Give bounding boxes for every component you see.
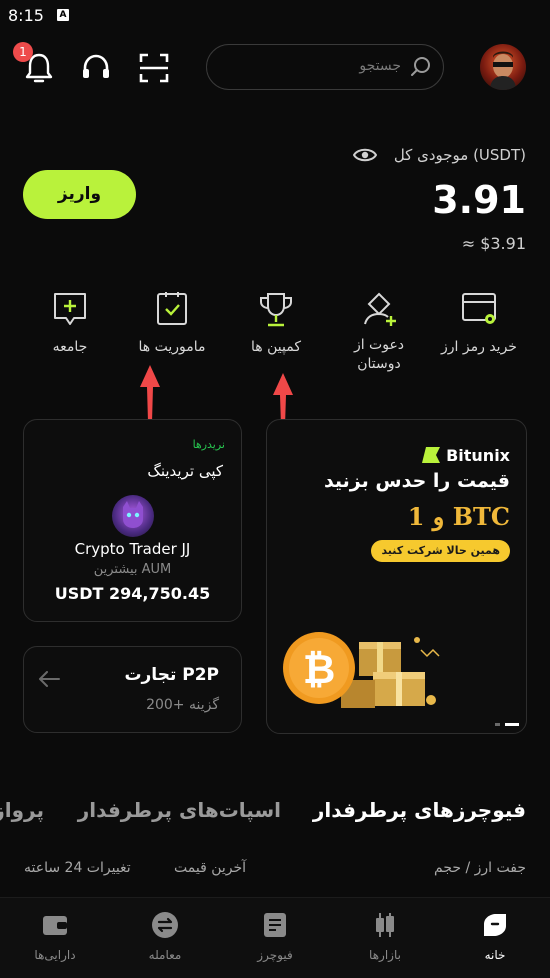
column-pair-volume[interactable]: جفت ارز / حجم bbox=[434, 860, 526, 876]
trader-aum-value: USDT 294,750.45 bbox=[54, 584, 211, 603]
copy-trading-card[interactable]: نریدرها کپی تریدینگ Crypto Trader JJ بیش… bbox=[23, 419, 242, 622]
nav-label: فیوچرز bbox=[257, 948, 293, 962]
bitcoin-gifts-illustration: ₿ bbox=[281, 620, 451, 724]
banner-headline: قیمت را حدس بزنید bbox=[323, 470, 510, 492]
search-placeholder: جستجو bbox=[359, 58, 401, 74]
status-time: 8:15 bbox=[8, 6, 44, 25]
avatar[interactable] bbox=[480, 44, 526, 90]
bottom-nav: خانه بازارها فیوچرز معامله دارایی‌ها bbox=[0, 897, 550, 978]
search-icon bbox=[409, 55, 433, 83]
nav-label: بازارها bbox=[369, 948, 401, 962]
trader-avatar bbox=[112, 495, 154, 537]
banner-brand: Bitunix bbox=[446, 446, 510, 465]
promo-banner[interactable]: Bitunix قیمت را حدس بزنید و 1 BTC همین ح… bbox=[266, 419, 527, 734]
nav-markets[interactable]: بازارها bbox=[345, 910, 425, 962]
quick-action-label: ماموریت ها bbox=[138, 339, 206, 355]
trade-exchange-icon bbox=[125, 910, 205, 940]
support-headset-icon[interactable] bbox=[78, 50, 114, 86]
scan-icon[interactable] bbox=[136, 50, 172, 86]
visibility-eye-icon[interactable] bbox=[352, 146, 378, 168]
nav-home[interactable]: خانه bbox=[455, 910, 535, 962]
column-last-price[interactable]: آخرین قیمت bbox=[174, 860, 246, 876]
nav-label: دارایی‌ها bbox=[34, 948, 76, 962]
quick-action-buy-crypto[interactable]: خرید رمز ارز bbox=[429, 290, 529, 357]
copy-trading-title: کپی تریدینگ bbox=[147, 462, 223, 480]
card-buy-icon bbox=[429, 290, 529, 328]
p2p-title: تجارت P2P bbox=[124, 665, 219, 685]
deposit-button[interactable]: واریز bbox=[23, 170, 136, 219]
column-24h-change[interactable]: تغییرات 24 ساعته bbox=[24, 860, 131, 876]
community-chat-icon bbox=[20, 290, 120, 328]
nav-label: خانه bbox=[484, 948, 506, 962]
p2p-subtitle: 200+ گزینه bbox=[146, 697, 219, 713]
tab-hot-futures[interactable]: فیوچرزهای پرطرفدار bbox=[313, 798, 526, 822]
carousel-indicator bbox=[495, 712, 519, 731]
quick-action-label: خرید رمز ارز bbox=[441, 339, 517, 355]
quick-action-invite-friends[interactable]: دعوت از دوستان bbox=[329, 288, 429, 374]
copy-trading-tag: نریدرها bbox=[192, 438, 225, 451]
quick-action-community[interactable]: جامعه bbox=[20, 290, 120, 357]
nav-assets[interactable]: دارایی‌ها bbox=[15, 910, 95, 962]
tab-flight[interactable]: پرواز bbox=[0, 798, 44, 822]
banner-cta[interactable]: همین حالا شرکت کنید bbox=[371, 540, 510, 562]
p2p-trading-card[interactable]: تجارت P2P 200+ گزینه bbox=[23, 646, 242, 733]
search-input[interactable]: جستجو bbox=[206, 44, 444, 90]
banner-prize: و 1 BTC bbox=[407, 502, 510, 531]
total-balance-value: 3.91 bbox=[432, 178, 526, 222]
quick-action-campaigns[interactable]: کمپین ها bbox=[226, 290, 326, 357]
svg-text:₿: ₿ bbox=[303, 647, 336, 693]
nav-trade[interactable]: معامله bbox=[125, 910, 205, 962]
nav-futures[interactable]: فیوچرز bbox=[235, 910, 315, 962]
trophy-icon bbox=[226, 290, 326, 328]
trader-name: Crypto Trader JJ bbox=[74, 540, 191, 558]
candlestick-icon bbox=[345, 910, 425, 940]
total-balance-label: موجودی کل (USDT) bbox=[393, 146, 526, 164]
quick-action-label: جامعه bbox=[52, 339, 88, 355]
nav-label: معامله bbox=[148, 948, 182, 962]
quick-action-label: دعوت از دوستان bbox=[353, 337, 405, 372]
wallet-icon bbox=[15, 910, 95, 940]
status-notification-icon: A bbox=[57, 9, 69, 21]
quick-action-label: کمپین ها bbox=[251, 339, 301, 355]
notification-badge: 1 bbox=[13, 42, 33, 62]
futures-document-icon bbox=[235, 910, 315, 940]
bitunix-logo-icon bbox=[422, 447, 440, 467]
arrow-left-icon bbox=[38, 671, 60, 691]
invite-user-icon bbox=[329, 288, 429, 328]
trader-aum-label: بیشترین AUM bbox=[93, 562, 172, 577]
mission-clipboard-icon bbox=[122, 290, 222, 328]
quick-action-missions[interactable]: ماموریت ها bbox=[122, 290, 222, 357]
balance-usd-equivalent: ≈ $3.91 bbox=[461, 234, 526, 253]
home-icon bbox=[455, 910, 535, 940]
tab-hot-spot[interactable]: اسپات‌های پرطرفدار bbox=[78, 798, 281, 822]
